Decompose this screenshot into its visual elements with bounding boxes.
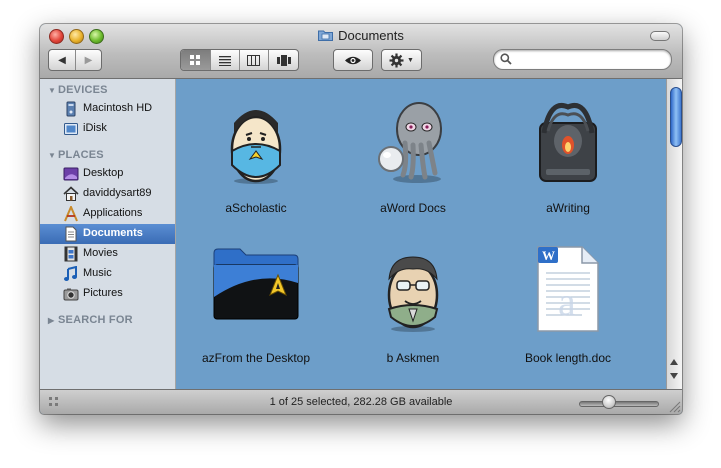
icon-size-slider-knob[interactable] [602, 395, 617, 409]
glasses-egg-icon [387, 256, 439, 332]
sidebar-item-applications[interactable]: Applications [40, 204, 175, 224]
file-item-label: Book length.doc [524, 351, 612, 365]
forward-button[interactable]: ▶ [76, 50, 101, 70]
list-view-icon [218, 55, 231, 66]
scroll-down-arrow-icon[interactable] [670, 373, 678, 379]
cover-flow-icon [276, 54, 291, 66]
home-icon [63, 186, 79, 201]
file-item-awriting[interactable]: aWriting [498, 87, 638, 237]
sidebar-item-label: Music [83, 267, 112, 279]
action-menu-button[interactable]: ▼ [381, 49, 422, 71]
applications-icon [64, 206, 78, 222]
sidebar-item-label: Pictures [83, 287, 123, 299]
disclosure-triangle-icon[interactable]: ▼ [48, 151, 58, 160]
file-item-b-askmen[interactable]: b Askmen [343, 237, 483, 387]
sidebar-item-label: Applications [83, 207, 143, 219]
sidebar-item-label: daviddysart89 [83, 187, 152, 199]
window-resize-handle-icon[interactable] [667, 399, 681, 413]
pictures-icon [63, 288, 79, 301]
column-view-icon [247, 54, 261, 66]
sidebar-item-desktop[interactable]: Desktop [40, 164, 175, 184]
window-title: Documents [40, 28, 682, 43]
file-item-label: aWord Docs [380, 201, 446, 215]
word-document-icon: W a [537, 246, 599, 332]
back-forward-control: ◀ ▶ [48, 49, 102, 71]
sidebar-item-label: Desktop [83, 167, 124, 179]
file-item-label: aWriting [546, 201, 590, 215]
back-arrow-icon: ◀ [58, 54, 66, 66]
column-view-button[interactable] [240, 50, 270, 70]
toolbar-toggle-button[interactable] [650, 31, 670, 41]
sidebar-item-label: Macintosh HD [83, 102, 153, 114]
sidebar-item-music[interactable]: Music [40, 264, 175, 284]
search-input[interactable] [516, 51, 668, 69]
view-mode-control [180, 49, 299, 71]
starfleet-folder-icon [213, 248, 299, 320]
sidebar-item-macintosh-hd[interactable]: Macintosh HD [40, 99, 175, 119]
vertical-scrollbar[interactable] [666, 79, 682, 389]
movies-icon [64, 246, 78, 262]
search-for-section-header[interactable]: ▶ SEARCH FOR [48, 314, 133, 326]
disclosure-triangle-icon[interactable]: ▼ [48, 86, 58, 95]
file-item-ascholastic[interactable]: aScholastic [186, 87, 326, 237]
places-section-header[interactable]: ▼ PLACES [48, 149, 104, 161]
file-item-label: azFrom the Desktop [201, 351, 311, 365]
svg-text:W: W [542, 248, 555, 263]
documents-icon [65, 226, 77, 242]
status-bar: 1 of 25 selected, 282.28 GB available [40, 389, 682, 414]
forward-arrow-icon: ▶ [84, 54, 93, 66]
cover-flow-view-button[interactable] [269, 50, 298, 70]
toolbar: Documents ◀ ▶ ▼ [40, 24, 682, 79]
file-item-book-length-doc[interactable]: W a Book length.doc [498, 237, 638, 387]
file-item-label: aScholastic [225, 201, 287, 215]
back-button[interactable]: ◀ [49, 50, 76, 70]
search-icon [500, 53, 512, 65]
file-browser-icon-view: aScholastic aWord Docs aWriting azFrom t… [176, 79, 666, 389]
sidebar-item-home[interactable]: daviddysart89 [40, 184, 175, 204]
music-icon [64, 266, 77, 281]
sidebar-item-label: Movies [83, 247, 118, 259]
finder-window: Documents ◀ ▶ ▼ ▼ DEVICES Macintosh HD i… [40, 24, 682, 414]
search-field[interactable] [493, 49, 672, 70]
gear-icon [389, 53, 404, 67]
file-item-azfrom-the-desktop[interactable]: azFrom the Desktop [186, 237, 326, 387]
sidebar-item-label: iDisk [83, 122, 107, 134]
sidebar-item-movies[interactable]: Movies [40, 244, 175, 264]
file-item-label: b Askmen [386, 351, 440, 365]
devices-section-header[interactable]: ▼ DEVICES [48, 84, 108, 96]
svg-text:a: a [558, 279, 576, 324]
eye-icon [345, 56, 361, 64]
window-title-text: Documents [338, 28, 404, 43]
idisk-icon [64, 123, 78, 135]
sidebar-item-documents[interactable]: Documents [40, 224, 175, 244]
icon-size-slider[interactable] [579, 401, 659, 407]
hard-drive-icon [66, 101, 76, 117]
chevron-down-icon: ▼ [407, 56, 414, 64]
spock-egg-icon [230, 110, 282, 184]
icon-view-button[interactable] [181, 50, 211, 70]
scroll-up-arrow-icon[interactable] [670, 359, 678, 365]
sidebar-item-pictures[interactable]: Pictures [40, 284, 175, 304]
sidebar: ▼ DEVICES Macintosh HD iDisk ▼ PLACES Des [40, 79, 176, 389]
desktop-icon [63, 167, 79, 181]
file-item-aword-docs[interactable]: aWord Docs [343, 87, 483, 237]
sidebar-item-label: Documents [83, 227, 143, 239]
list-view-button[interactable] [211, 50, 240, 70]
folder-icon [318, 30, 334, 41]
sidebar-item-idisk[interactable]: iDisk [40, 119, 175, 139]
quick-look-button[interactable] [333, 49, 373, 71]
cthulhu-icon [378, 102, 442, 183]
disclosure-triangle-right-icon[interactable]: ▶ [48, 316, 58, 325]
icon-view-icon [190, 55, 201, 65]
dark-drive-icon [539, 103, 597, 182]
scrollbar-thumb[interactable] [670, 87, 682, 147]
